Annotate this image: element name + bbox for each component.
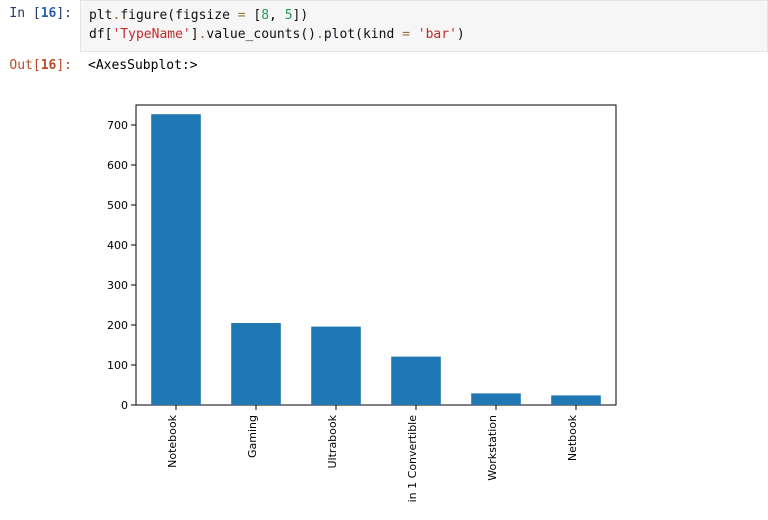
output-figure: 0 100 200 300 400 500 600 700 Notebook Gaming Ultr…	[80, 79, 768, 505]
bar	[311, 326, 361, 404]
in-number: 16	[41, 6, 57, 21]
ytick-label: 100	[107, 359, 128, 372]
in-suffix: ]:	[56, 6, 72, 21]
ytick-label: 0	[121, 399, 128, 412]
code-input[interactable]: plt.figure(figsize = [8, 5]) df['TypeNam…	[80, 0, 768, 52]
xtick-label: Workstation	[486, 415, 499, 481]
ytick-label: 300	[107, 279, 128, 292]
bar	[471, 393, 521, 405]
out-prefix: Out[	[9, 58, 40, 73]
out-suffix: ]:	[56, 58, 72, 73]
ytick-label: 600	[107, 159, 128, 172]
output-cell: Out[16]: <AxesSubplot:>	[0, 52, 768, 79]
input-cell: In [16]: plt.figure(figsize = [8, 5]) df…	[0, 0, 768, 52]
ytick-label: 400	[107, 239, 128, 252]
out-number: 16	[41, 58, 57, 73]
xtick-label: Ultrabook	[326, 414, 339, 468]
in-prompt: In [16]:	[0, 0, 80, 27]
bar	[391, 356, 441, 404]
xtick-label: Gaming	[246, 415, 259, 458]
out-prompt: Out[16]:	[0, 52, 80, 79]
ytick-label: 700	[107, 119, 128, 132]
bar	[151, 114, 201, 405]
bar-chart: 0 100 200 300 400 500 600 700 Notebook Gaming Ultr…	[88, 95, 628, 505]
xtick-label: Notebook	[166, 414, 179, 467]
bar	[231, 323, 281, 405]
bar	[551, 395, 601, 405]
xtick-label: Netbook	[566, 414, 579, 461]
ytick-label: 200	[107, 319, 128, 332]
ytick-label: 500	[107, 199, 128, 212]
xtick-label: 2 in 1 Convertible	[406, 414, 419, 504]
output-repr: <AxesSubplot:>	[80, 52, 768, 79]
in-prefix: In [	[9, 6, 40, 21]
plot-border	[136, 105, 616, 405]
